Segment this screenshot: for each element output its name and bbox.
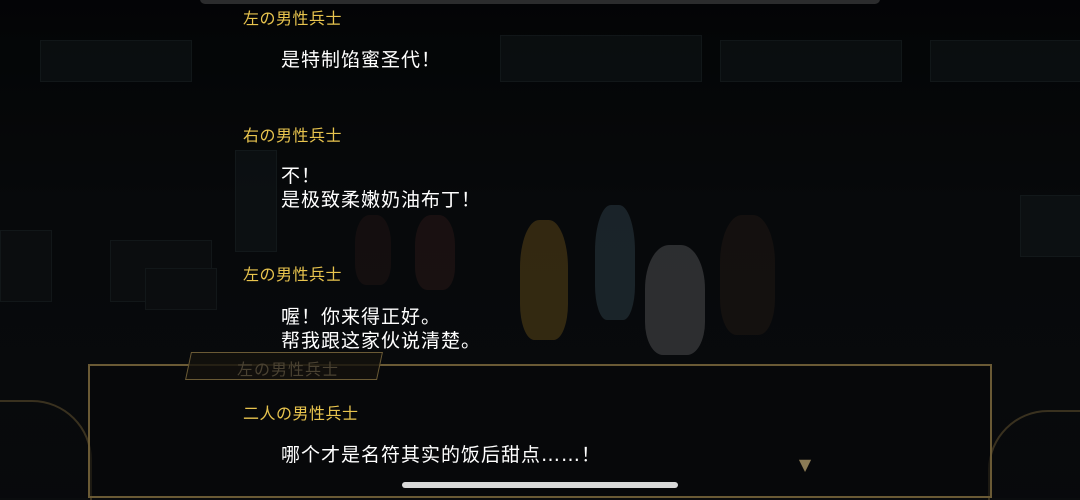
home-indicator[interactable] xyxy=(402,482,678,488)
dialogue-line: 帮我跟这家伙说清楚。 xyxy=(281,330,482,352)
backlog[interactable]: 左の男性兵士 是特制馅蜜圣代！ 右の男性兵士 不！ 是极致柔嫩奶油布丁！ 左の男… xyxy=(0,0,1080,498)
speaker-name: 二人の男性兵士 xyxy=(243,404,359,423)
speaker-name: 右の男性兵士 xyxy=(243,126,343,145)
dialogue-line: 是特制馅蜜圣代！ xyxy=(281,49,442,71)
dialogue-line: 是极致柔嫩奶油布丁！ xyxy=(281,189,482,211)
dialogue-line: 哪个才是名符其实的饭后甜点……！ xyxy=(281,444,602,466)
speaker-name: 左の男性兵士 xyxy=(243,9,343,28)
dialogue-line: 不！ xyxy=(281,165,322,187)
speaker-name: 左の男性兵士 xyxy=(243,265,343,284)
dialogue-line: 喔！你来得正好。 xyxy=(281,306,442,328)
